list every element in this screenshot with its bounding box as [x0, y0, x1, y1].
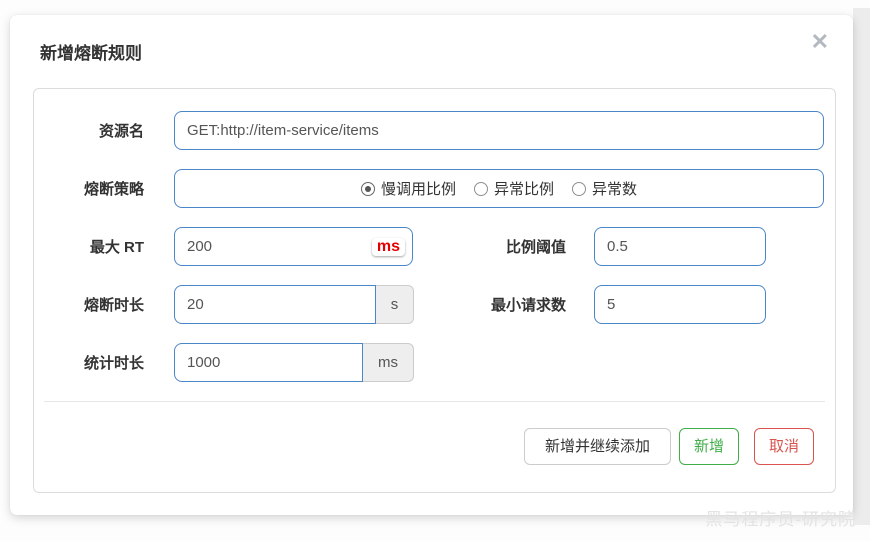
radio-icon [572, 181, 586, 196]
max-rt-unit-badge: ms [371, 237, 405, 256]
dialog-header: 新增熔断规则 ✕ [10, 15, 853, 64]
max-rt-ratio-row: 最大 RT ms 比例阈值 [34, 227, 835, 266]
break-duration-unit-addon: s [376, 285, 414, 324]
ratio-threshold-input[interactable] [594, 227, 766, 266]
strategy-row: 熔断策略 慢调用比例 异常比例 异常数 [34, 169, 835, 208]
resource-label: 资源名 [98, 123, 144, 140]
add-and-continue-button[interactable]: 新增并继续添加 [523, 428, 671, 465]
dialog-title: 新增熔断规则 [40, 44, 142, 63]
resource-input[interactable] [174, 111, 824, 150]
resource-row: 资源名 [34, 111, 835, 150]
break-duration-field: s [174, 285, 414, 324]
radio-icon [360, 181, 375, 196]
stat-duration-input[interactable] [174, 343, 363, 382]
close-icon[interactable]: ✕ [811, 31, 829, 53]
strategy-radio-group: 慢调用比例 异常比例 异常数 [174, 169, 824, 208]
min-requests-input[interactable] [594, 285, 766, 324]
add-button[interactable]: 新增 [678, 428, 739, 465]
stat-duration-row: 统计时长 ms [34, 343, 835, 382]
watermark: 黑马程序员-研究院 [705, 510, 856, 529]
radio-slow-call-ratio[interactable]: 慢调用比例 [360, 178, 456, 199]
radio-label: 异常比例 [493, 181, 554, 198]
page-background-strip [853, 8, 870, 525]
break-duration-input[interactable] [174, 285, 376, 324]
break-duration-label: 熔断时长 [83, 297, 144, 314]
stat-duration-label: 统计时长 [83, 355, 144, 372]
radio-label: 异常数 [592, 181, 638, 198]
max-rt-label: 最大 RT [89, 239, 144, 256]
add-breaker-rule-dialog: 新增熔断规则 ✕ 资源名 熔断策略 慢调用比例 异常比例 异常数 [10, 15, 853, 515]
max-rt-field: ms [174, 227, 414, 266]
strategy-label: 熔断策略 [83, 181, 144, 198]
duration-minreq-row: 熔断时长 s 最小请求数 [34, 285, 835, 324]
ratio-threshold-label: 比例阈值 [505, 239, 566, 256]
stat-duration-field: ms [174, 343, 414, 382]
radio-icon [473, 181, 488, 196]
stat-duration-unit-addon: ms [363, 343, 414, 382]
radio-exception-count[interactable]: 异常数 [572, 178, 637, 199]
cancel-button[interactable]: 取消 [753, 428, 814, 465]
form-panel: 资源名 熔断策略 慢调用比例 异常比例 异常数 最大 R [33, 88, 836, 493]
radio-label: 慢调用比例 [380, 181, 456, 198]
min-requests-label: 最小请求数 [490, 297, 566, 314]
radio-exception-ratio[interactable]: 异常比例 [473, 178, 554, 199]
dialog-footer: 新增并继续添加 新增 取消 [34, 428, 835, 465]
footer-divider [44, 401, 825, 402]
